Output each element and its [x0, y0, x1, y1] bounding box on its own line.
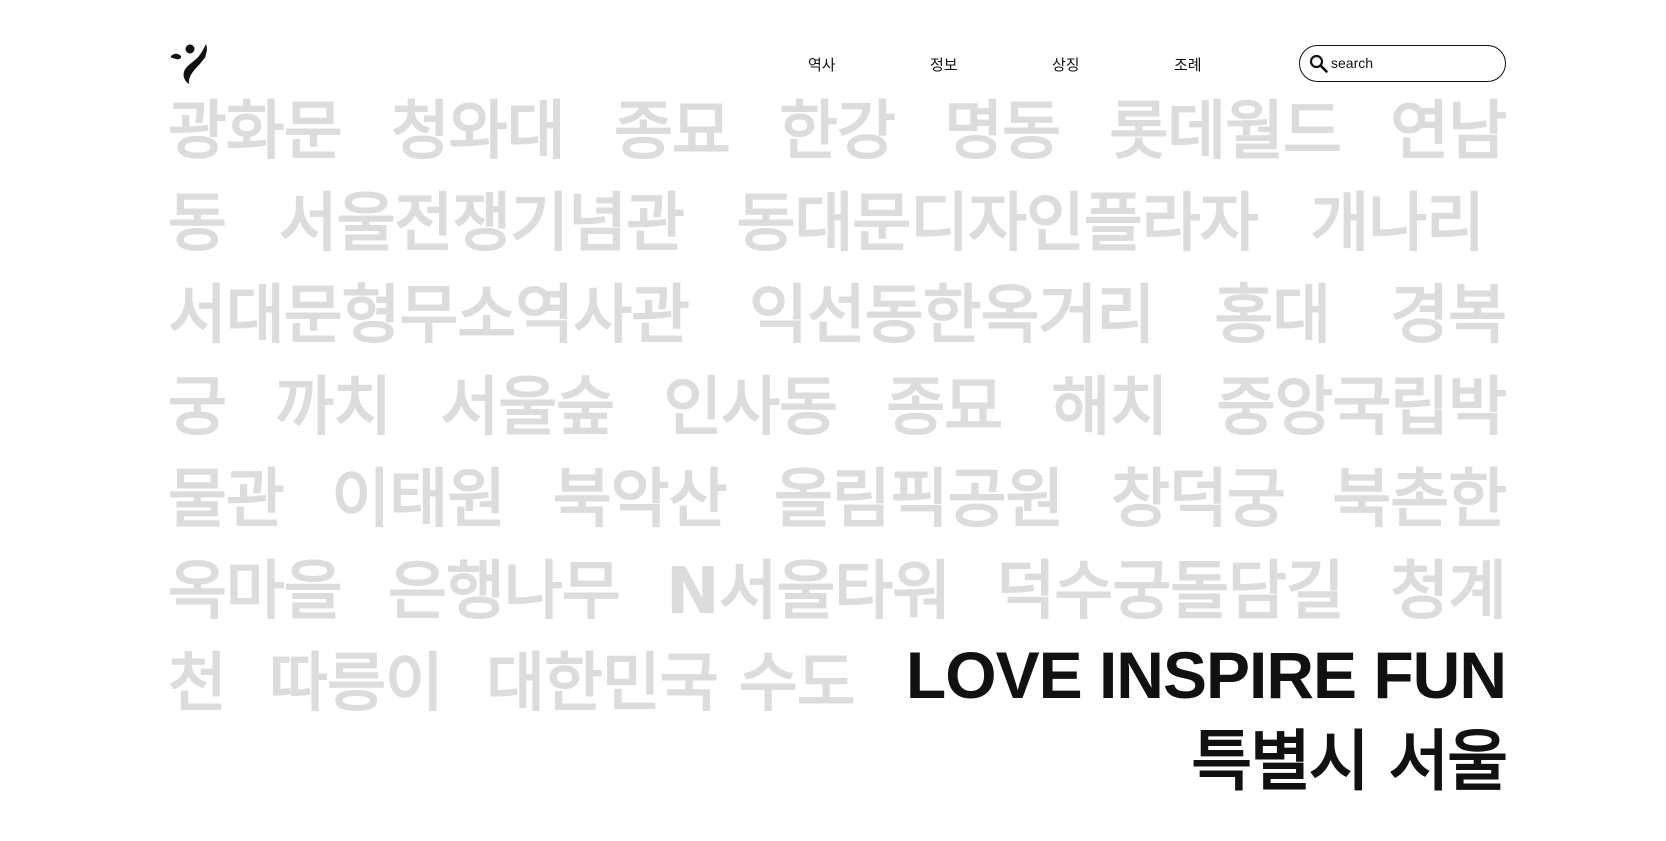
place-name: 한강: [779, 95, 896, 169]
place-name: 올림픽공원: [774, 463, 1064, 537]
place-name: 인사동: [663, 371, 838, 445]
nav-info[interactable]: 정보: [930, 54, 958, 75]
tagline: LOVE INSPIRE FUN: [905, 638, 1507, 712]
place-name: 종묘: [886, 371, 1003, 445]
place-name: 덕수궁돌담길: [996, 555, 1345, 629]
place-name: 까치: [275, 371, 392, 445]
page: 역사 정보 상징 조례 광화문 청와대 종묘 한강 명동 롯데월드 연남동 서울…: [168, 0, 1508, 841]
place-name: 서울숲: [440, 371, 615, 445]
search-box[interactable]: [1299, 45, 1506, 82]
seoul-logo-icon[interactable]: [168, 42, 210, 86]
place-name: 대한민국 수도: [486, 647, 856, 721]
city-name: 특별시 서울: [1191, 723, 1508, 800]
place-name: 명동: [944, 95, 1061, 169]
site-header: 역사 정보 상징 조례: [168, 40, 1508, 90]
place-name: 해치: [1051, 371, 1169, 445]
place-name: 북악산: [552, 463, 728, 537]
search-icon[interactable]: [1309, 54, 1329, 74]
place-name: 광화문: [168, 95, 343, 169]
place-name: 서울전쟁기념관: [278, 187, 685, 261]
place-name: 종묘: [614, 95, 731, 169]
place-names: 광화문 청와대 종묘 한강 명동 롯데월드 연남동 서울전쟁기념관 동대문디자인…: [168, 86, 1507, 730]
place-name: 개나리: [1310, 187, 1485, 261]
nav-symbols[interactable]: 상징: [1052, 54, 1080, 75]
place-name: 이태원: [331, 463, 506, 537]
nav-ordinance[interactable]: 조례: [1174, 54, 1202, 75]
place-name: 창덕궁: [1111, 463, 1286, 537]
place-name: 따릉이: [269, 647, 444, 721]
place-name: 은행나무: [388, 555, 621, 629]
place-name: N서울타워: [666, 555, 951, 629]
place-name: 청와대: [391, 95, 566, 169]
search-input[interactable]: [1331, 51, 1499, 75]
place-name: 홍대: [1214, 279, 1331, 353]
place-name: 동대문디자인플라자: [736, 187, 1259, 261]
place-name: 서대문형무소역사관: [168, 279, 690, 353]
place-name: 롯데월드: [1109, 95, 1342, 169]
place-name: 익선동한옥거리: [749, 279, 1155, 353]
nav-history[interactable]: 역사: [808, 54, 836, 75]
